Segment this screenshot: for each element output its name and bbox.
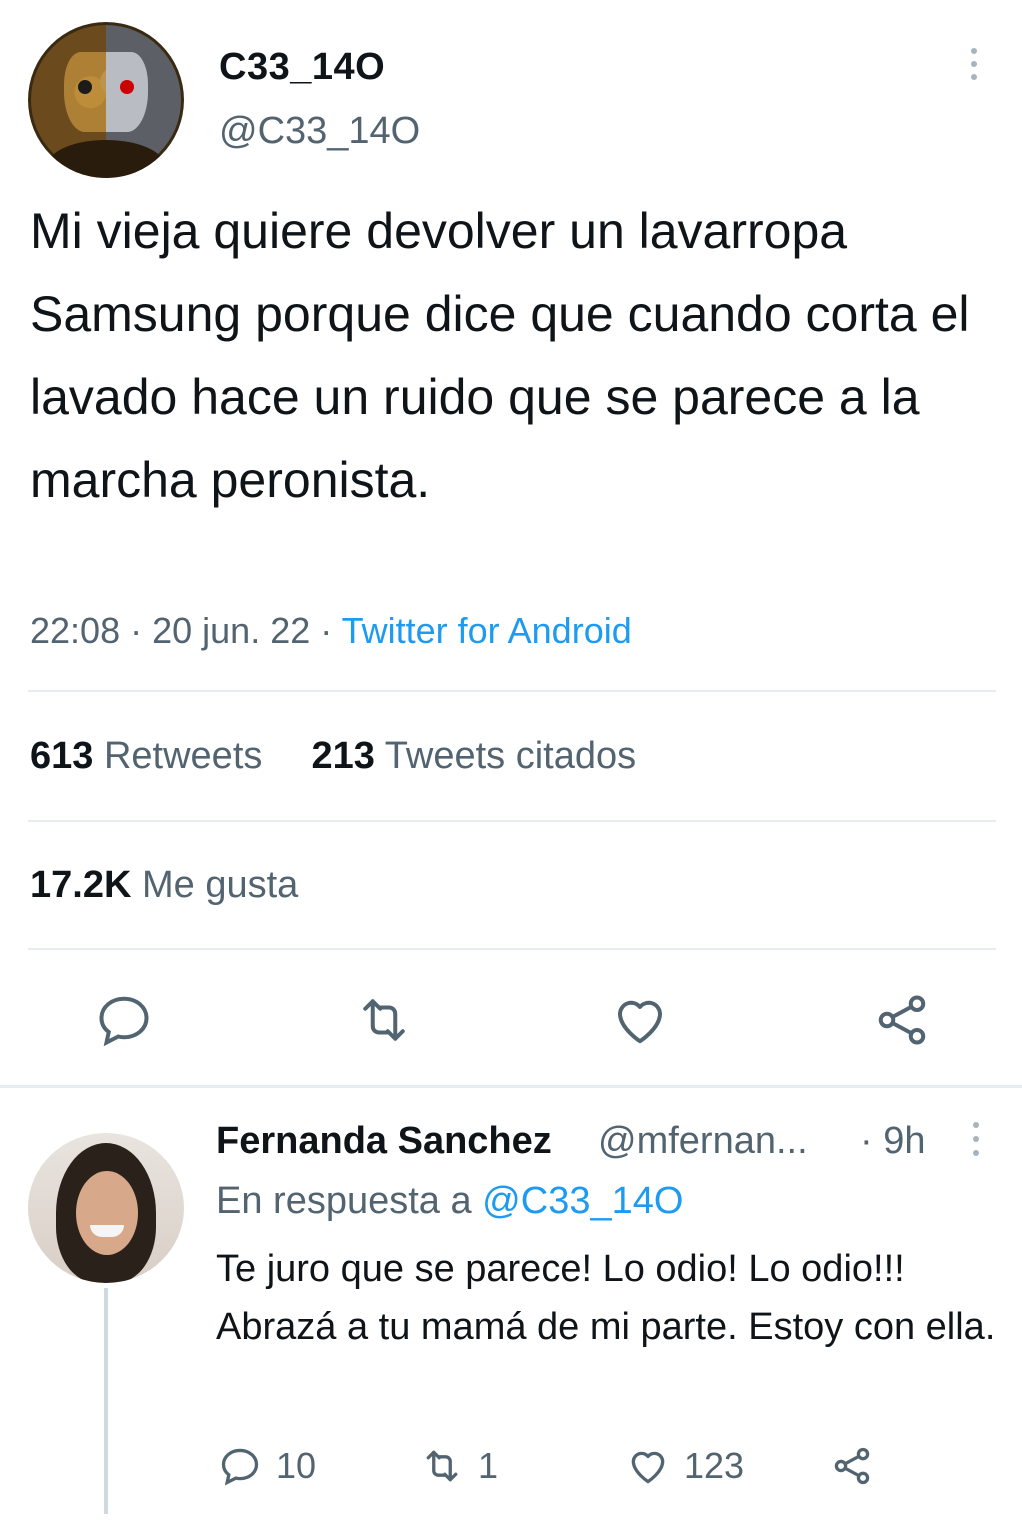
meta-separator: · bbox=[320, 610, 342, 651]
share-button[interactable] bbox=[872, 990, 932, 1050]
thread-separator bbox=[0, 1085, 1022, 1088]
tweet-time: 22:08 bbox=[30, 610, 121, 651]
quotes-count: 213 bbox=[311, 735, 375, 777]
reply-time[interactable]: · 9h bbox=[860, 1120, 925, 1163]
retweets-label: Retweets bbox=[103, 735, 263, 777]
likes-stat[interactable]: 17.2K Me gusta bbox=[30, 864, 298, 907]
retweet-icon bbox=[363, 999, 405, 1041]
like-icon bbox=[618, 1000, 662, 1044]
reply-retweet-count: 1 bbox=[478, 1445, 499, 1486]
reply-to-line: En respuesta a @C33_14O bbox=[216, 1180, 683, 1223]
avatar[interactable] bbox=[28, 22, 184, 178]
reply-display-name[interactable]: Fernanda Sanchez bbox=[216, 1120, 552, 1163]
more-icon[interactable] bbox=[962, 48, 986, 88]
tweet-source-link[interactable]: Twitter for Android bbox=[342, 610, 632, 651]
reply-icon bbox=[221, 1448, 259, 1486]
avatar-eye-right bbox=[120, 80, 134, 94]
divider bbox=[28, 820, 996, 822]
reply-like-button[interactable]: 123 bbox=[626, 1444, 744, 1488]
reply-reply-button[interactable]: 10 bbox=[218, 1444, 316, 1488]
share-icon bbox=[878, 995, 926, 1045]
reply-to-prefix: En respuesta a bbox=[216, 1180, 472, 1222]
user-handle[interactable]: @C33_14O bbox=[219, 110, 420, 153]
retweet-button[interactable] bbox=[354, 990, 414, 1050]
reply-handle[interactable]: @mfernan... bbox=[598, 1120, 808, 1163]
reply-icon bbox=[99, 996, 149, 1047]
reply-to-mention[interactable]: @C33_14O bbox=[482, 1180, 683, 1222]
tweet-date: 20 jun. 22 bbox=[152, 610, 311, 651]
divider bbox=[28, 948, 996, 950]
like-icon bbox=[631, 1451, 665, 1484]
share-icon bbox=[834, 1447, 870, 1485]
reply-reply-count: 10 bbox=[276, 1445, 317, 1486]
quotes-label: Tweets citados bbox=[384, 735, 637, 777]
quotes-stat[interactable]: 213 Tweets citados bbox=[312, 735, 637, 777]
reply-like-count: 123 bbox=[684, 1445, 745, 1486]
divider bbox=[28, 690, 996, 692]
reply-more-icon[interactable] bbox=[966, 1122, 986, 1162]
avatar-face bbox=[76, 1171, 138, 1255]
retweets-stat[interactable]: 613 Retweets bbox=[30, 735, 262, 777]
thread-line bbox=[104, 1288, 108, 1514]
reply-share-button[interactable] bbox=[830, 1444, 874, 1488]
likes-count: 17.2K bbox=[30, 864, 132, 906]
retweets-count: 613 bbox=[30, 735, 94, 777]
meta-separator: · bbox=[130, 610, 153, 651]
avatar-collar bbox=[48, 140, 164, 178]
tweet-text: Mi vieja quiere devolver un lavarropa Sa… bbox=[30, 203, 970, 508]
reply-avatar[interactable] bbox=[28, 1133, 184, 1283]
avatar-eye-left bbox=[78, 80, 92, 94]
retweet-stats: 613 Retweets 213 Tweets citados bbox=[30, 735, 636, 778]
reply-text: Te juro que se parece! Lo odio! Lo odio!… bbox=[216, 1248, 996, 1348]
reply-button[interactable] bbox=[94, 990, 154, 1050]
like-button[interactable] bbox=[610, 990, 670, 1050]
display-name[interactable]: C33_14O bbox=[219, 46, 385, 89]
retweet-icon bbox=[426, 1450, 458, 1482]
reply-retweet-button[interactable]: 1 bbox=[420, 1444, 498, 1488]
likes-label: Me gusta bbox=[141, 864, 299, 906]
tweet-meta: 22:08 · 20 jun. 22 · Twitter for Android bbox=[30, 610, 632, 652]
